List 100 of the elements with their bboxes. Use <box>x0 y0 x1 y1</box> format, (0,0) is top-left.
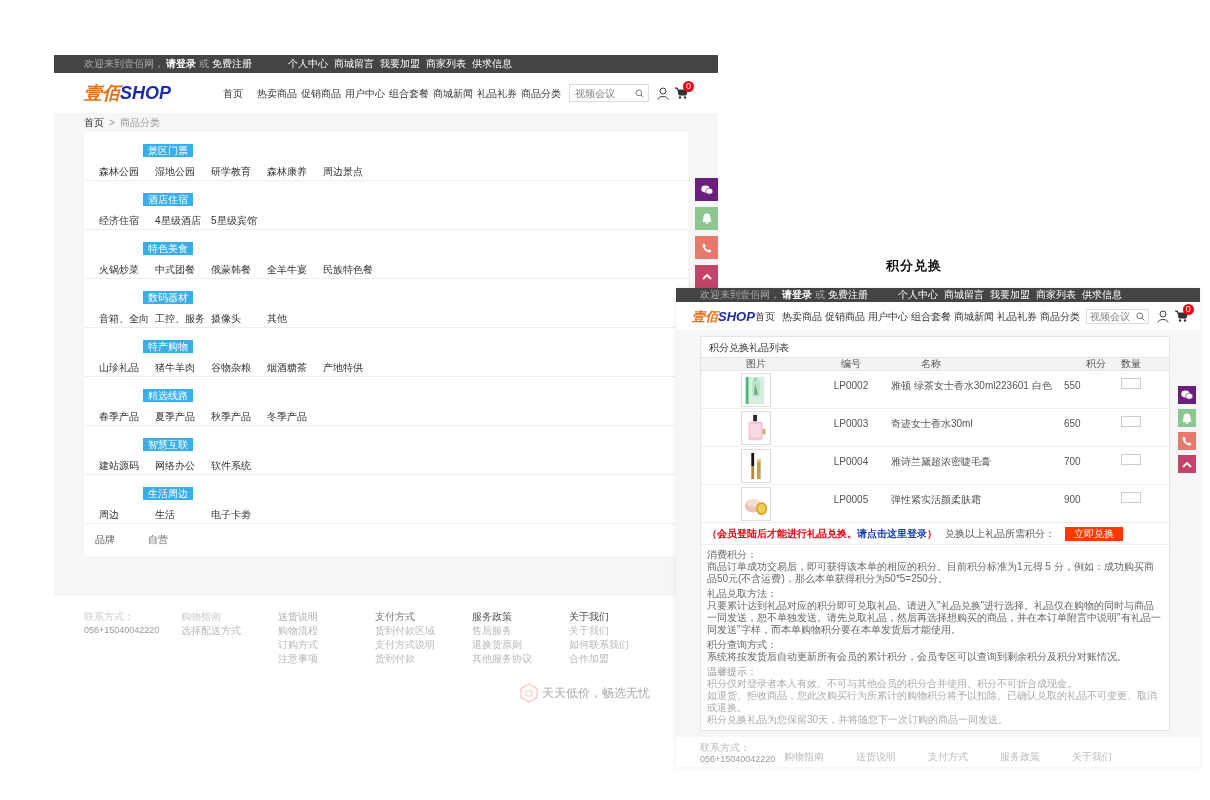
category-link[interactable]: 研学教育 <box>211 167 267 177</box>
chat-button[interactable] <box>695 207 718 230</box>
quantity-field[interactable] <box>1121 378 1141 389</box>
category-link[interactable]: 湿地公园 <box>155 167 211 177</box>
category-link[interactable]: 秋季产品 <box>211 412 267 422</box>
category-link[interactable]: 音箱、全向 <box>99 314 155 324</box>
top-link[interactable]: 个人中心 <box>288 59 328 69</box>
login-link[interactable]: 请登录 <box>166 59 196 69</box>
table-cell-text: LP0005 <box>832 493 870 505</box>
nav-link[interactable]: 首页 <box>754 308 775 324</box>
cart-icon[interactable] <box>1174 310 1188 322</box>
nav-link[interactable]: 商品分类 <box>521 85 561 101</box>
quantity-field[interactable] <box>1121 416 1141 427</box>
top-link[interactable]: 我要加盟 <box>990 290 1030 300</box>
category-link[interactable]: 周边景点 <box>323 167 379 177</box>
quantity-field[interactable] <box>1121 492 1141 503</box>
column-header: 名称 <box>920 359 942 369</box>
nav-link[interactable]: 商城新闻 <box>953 308 994 324</box>
brand-link[interactable]: 自营 <box>148 535 197 545</box>
category-link[interactable]: 周边 <box>99 510 155 520</box>
category-link[interactable]: 中式团餐 <box>155 265 211 275</box>
nav-link[interactable]: 礼品礼券 <box>477 85 517 101</box>
wechat-button[interactable] <box>1178 386 1196 404</box>
bell-icon <box>1182 412 1192 424</box>
login-link[interactable]: 请点击这里登录 <box>857 527 927 539</box>
or-text: 或 <box>199 59 209 69</box>
top-link[interactable]: 供求信息 <box>1082 290 1122 300</box>
phone-button[interactable] <box>695 236 718 259</box>
nav-link[interactable]: 商城新闻 <box>433 85 473 101</box>
quantity-field[interactable] <box>1121 454 1141 465</box>
chevron-up-icon <box>701 273 712 280</box>
register-link[interactable]: 免费注册 <box>828 290 868 300</box>
category-link[interactable]: 春季产品 <box>99 412 155 422</box>
category-link[interactable]: 夏季产品 <box>155 412 211 422</box>
category-link[interactable]: 山珍礼品 <box>99 363 155 373</box>
nav-link[interactable]: 热卖商品 <box>257 85 297 101</box>
back-to-top-button[interactable] <box>695 265 718 288</box>
wechat-button[interactable] <box>695 178 718 201</box>
breadcrumb-link[interactable]: 首页 <box>84 117 104 128</box>
exchange-button[interactable]: 立即兑换 <box>1065 526 1123 541</box>
nav-link[interactable]: 促销商品 <box>301 85 341 101</box>
top-link[interactable]: 商城留言 <box>334 59 374 69</box>
nav-link[interactable]: 组合套餐 <box>389 85 429 101</box>
category-link[interactable]: 建站源码 <box>99 461 155 471</box>
logo[interactable]: 壹佰SHOP <box>692 309 755 323</box>
category-link[interactable]: 其他 <box>267 314 323 324</box>
nav-link[interactable]: 商品分类 <box>1039 308 1080 324</box>
user-icon[interactable] <box>657 86 669 100</box>
paragraph: 商品订单成功交易后，即可获得该本单的相应的积分。目前积分标准为1元得 5 分，例如：成功购买商品50元(不含运费)，那么本单获得积分为50*5=250分。 <box>707 561 1155 585</box>
nav-link[interactable]: 促销商品 <box>824 308 865 324</box>
top-link[interactable]: 我要加盟 <box>380 59 420 69</box>
category-link[interactable]: 森林公园 <box>99 167 155 177</box>
category-link[interactable]: 网络办公 <box>155 461 211 471</box>
register-link[interactable]: 免费注册 <box>212 59 252 69</box>
phone-button[interactable] <box>1178 432 1196 450</box>
category-link[interactable]: 冬季产品 <box>267 412 323 422</box>
category-link[interactable]: 谷物杂粮 <box>211 363 267 373</box>
category-link[interactable]: 4星级酒店 <box>155 216 211 226</box>
nav-link[interactable]: 用户中心 <box>867 308 908 324</box>
wechat-icon <box>1181 390 1193 400</box>
top-link[interactable]: 商家列表 <box>426 59 466 69</box>
category-link[interactable]: 电子卡劵 <box>211 510 267 520</box>
user-icon[interactable] <box>1156 309 1169 323</box>
footer-heading: 服务政策 <box>1000 751 1040 762</box>
category-link[interactable]: 民族特色餐 <box>323 265 379 275</box>
back-to-top-button[interactable] <box>1178 455 1196 473</box>
welcome-text: 欢迎来到壹佰网， <box>84 59 164 69</box>
category-link[interactable]: 森林康养 <box>267 167 323 177</box>
category-link[interactable]: 烟酒糖茶 <box>267 363 323 373</box>
nav-link[interactable]: 礼品礼券 <box>996 308 1037 324</box>
category-link[interactable]: 生活 <box>155 510 211 520</box>
contact-phone: 056+15040042220 <box>700 755 777 764</box>
category-link[interactable]: 软件系统 <box>211 461 267 471</box>
category-link[interactable]: 5星级宾馆 <box>211 216 267 226</box>
category-link[interactable]: 经济住宿 <box>99 216 155 226</box>
category-link[interactable]: 产地特供 <box>323 363 379 373</box>
category-link[interactable]: 工控、服务 <box>155 314 211 324</box>
chat-button[interactable] <box>1178 409 1196 427</box>
nav-link[interactable]: 热卖商品 <box>781 308 822 324</box>
top-link[interactable]: 商城留言 <box>944 290 984 300</box>
brand-label: 品牌 <box>95 535 116 545</box>
category-link[interactable]: 摄像头 <box>211 314 267 324</box>
logo[interactable]: 壹佰SHOP <box>84 84 171 102</box>
login-link[interactable]: 请登录 <box>782 290 812 300</box>
cart-icon[interactable] <box>675 87 688 99</box>
nav-link[interactable]: 用户中心 <box>345 85 385 101</box>
nav-link[interactable]: 组合套餐 <box>910 308 951 324</box>
or-text: 或 <box>815 290 825 300</box>
category-link[interactable]: 猪牛羊肉 <box>155 363 211 373</box>
nav-link[interactable]: 首页 <box>223 85 243 101</box>
category-link[interactable]: 俄蒙韩餐 <box>211 265 267 275</box>
table-title: 积分兑换礼品列表 <box>708 340 790 355</box>
top-link[interactable]: 商家列表 <box>1036 290 1076 300</box>
table-cell-text: LP0004 <box>832 455 870 467</box>
category-link[interactable]: 全羊牛宴 <box>267 265 323 275</box>
top-link[interactable]: 个人中心 <box>898 290 938 300</box>
phone-icon <box>701 242 712 253</box>
top-link[interactable]: 供求信息 <box>472 59 512 69</box>
table-cell-text: LP0002 <box>832 379 870 391</box>
category-link[interactable]: 火锅炒菜 <box>99 265 155 275</box>
